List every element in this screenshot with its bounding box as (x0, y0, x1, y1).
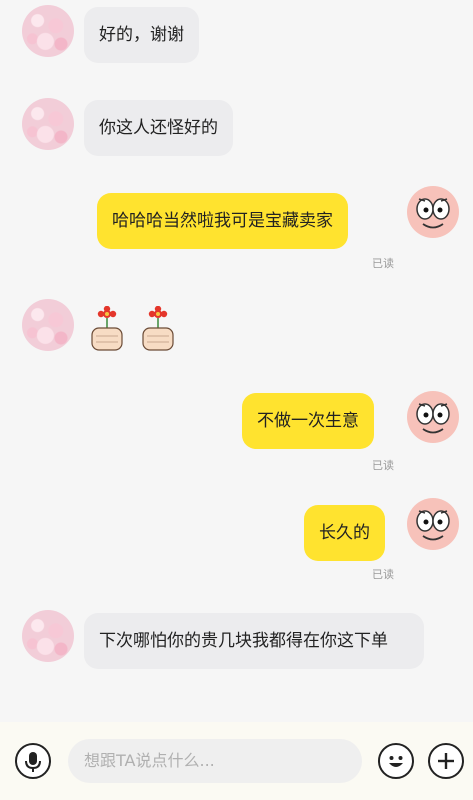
contact-avatar[interactable] (22, 610, 74, 662)
starfish-face-icon (416, 510, 450, 541)
message-bubble-outgoing[interactable]: 哈哈哈当然啦我可是宝藏卖家 (97, 193, 348, 249)
flower-thumb-sticker[interactable] (139, 306, 177, 352)
read-status: 已读 (372, 568, 394, 581)
chat-thread: 好的，谢谢 你这人还怪好的 哈哈哈当然啦我可是宝藏卖家 已读 不做一次生意 已读… (0, 0, 473, 722)
message-bubble-outgoing[interactable]: 长久的 (304, 505, 385, 561)
starfish-face-icon (416, 403, 450, 434)
message-bubble-incoming[interactable]: 你这人还怪好的 (84, 100, 233, 156)
plus-icon (438, 753, 454, 769)
message-bubble-outgoing[interactable]: 不做一次生意 (242, 393, 374, 449)
contact-avatar[interactable] (22, 98, 74, 150)
my-avatar[interactable] (407, 498, 459, 550)
microphone-icon (25, 752, 41, 772)
contact-avatar[interactable] (22, 299, 74, 351)
starfish-face-icon (416, 198, 450, 229)
contact-avatar[interactable] (22, 5, 74, 57)
message-bubble-incoming[interactable]: 下次哪怕你的贵几块我都得在你这下单 (84, 613, 424, 669)
flower-thumb-sticker[interactable] (88, 306, 126, 352)
read-status: 已读 (372, 257, 394, 270)
voice-button[interactable] (15, 743, 51, 779)
emoji-button[interactable] (378, 743, 414, 779)
read-status: 已读 (372, 459, 394, 472)
more-button[interactable] (428, 743, 464, 779)
my-avatar[interactable] (407, 186, 459, 238)
my-avatar[interactable] (407, 391, 459, 443)
message-bubble-incoming[interactable]: 好的，谢谢 (84, 7, 199, 63)
message-input[interactable]: 想跟TA说点什么... (68, 739, 362, 783)
smile-icon (389, 756, 403, 767)
